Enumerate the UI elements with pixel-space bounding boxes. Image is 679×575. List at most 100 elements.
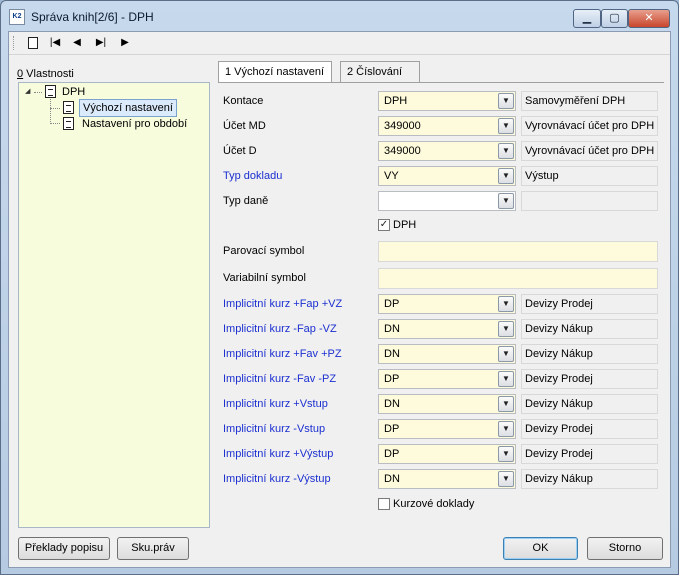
chevron-down-icon[interactable]: ▼ (498, 296, 514, 312)
maximize-button[interactable]: ▢ (601, 9, 628, 28)
properties-tree: ◢ DPH Výchozí nastavení Nastavení pro ob… (18, 82, 210, 528)
ok-button[interactable]: OK (503, 537, 578, 560)
chevron-down-icon[interactable]: ▼ (498, 143, 514, 159)
kurz-combo[interactable]: DN ▼ (378, 344, 516, 364)
window: K2 Správa knih[2/6] - DPH ▁ ▢ ✕ |◀ ◀ ▶| … (0, 0, 679, 575)
chevron-down-icon[interactable]: ▼ (498, 371, 514, 387)
tree-item-label: Nastavení pro období (82, 118, 188, 130)
previous-record-icon[interactable]: ◀ (68, 35, 86, 51)
kurz-value: DP (384, 423, 400, 435)
chevron-down-icon[interactable]: ▼ (498, 421, 514, 437)
kontace-label: Kontace (223, 95, 264, 107)
typ-dokladu-combo[interactable]: VY ▼ (378, 166, 516, 186)
tab-vychozi-nastaveni[interactable]: 1 Výchozí nastavení (218, 61, 332, 84)
next-record-icon[interactable]: ▶ (116, 35, 134, 51)
ucet-d-value: 349000 (384, 145, 421, 157)
kurz-combo[interactable]: DP ▼ (378, 369, 516, 389)
kurz-label[interactable]: Implicitní kurz +Výstup (223, 445, 333, 463)
toolbar-grip (13, 36, 15, 50)
typ-dokladu-value: VY (384, 170, 399, 182)
kontace-description: Samovyměření DPH (521, 91, 658, 111)
chevron-down-icon[interactable]: ▼ (498, 446, 514, 462)
kurz-label[interactable]: Implicitní kurz +Vstup (223, 395, 328, 413)
document-icon (45, 85, 56, 98)
document-icon (63, 101, 74, 114)
variabilni-symbol-label: Variabilní symbol (223, 272, 306, 284)
ucet-md-combo[interactable]: 349000 ▼ (378, 116, 516, 136)
kurz-combo[interactable]: DP ▼ (378, 444, 516, 464)
app-icon: K2 (9, 9, 25, 25)
minimize-button[interactable]: ▁ (573, 9, 601, 28)
typ-dane-label: Typ daně (223, 195, 269, 207)
ucet-md-description: Vyrovnávací účet pro DPH (521, 116, 658, 136)
kurz-combo[interactable]: DN ▼ (378, 394, 516, 414)
kontace-value: DPH (384, 95, 408, 107)
kurzove-doklady-checkbox[interactable] (378, 498, 390, 510)
last-record-icon[interactable]: ▶| (92, 35, 110, 51)
kurzove-doklady-label: Kurzové doklady (393, 498, 475, 510)
kurz-description: Devizy Prodej (521, 369, 658, 389)
kurz-label[interactable]: Implicitní kurz -Vstup (223, 420, 325, 438)
tab-cislovani[interactable]: 2 Číslování (340, 61, 420, 83)
tree-item-label: DPH (62, 86, 86, 98)
ucet-md-label: Účet MD (223, 120, 266, 132)
new-document-icon[interactable] (24, 35, 42, 51)
kurz-description: Devizy Prodej (521, 419, 658, 439)
kurz-value: DP (384, 373, 400, 385)
dph-checkbox[interactable]: ✓ (378, 219, 390, 231)
toolbar: |◀ ◀ ▶| ▶ (9, 32, 670, 54)
document-icon (63, 117, 74, 130)
sku-prav-button[interactable]: Sku.práv (117, 537, 189, 560)
chevron-down-icon[interactable]: ▼ (498, 396, 514, 412)
kurz-label[interactable]: Implicitní kurz -Fav -PZ (223, 370, 336, 388)
kurz-value: DN (384, 473, 400, 485)
kurz-description: Devizy Nákup (521, 469, 658, 489)
properties-label: 0 Vlastnosti (17, 68, 74, 80)
toolbar-divider (9, 54, 670, 55)
chevron-down-icon[interactable]: ▼ (498, 346, 514, 362)
chevron-down-icon[interactable]: ▼ (498, 321, 514, 337)
ucet-d-description: Vyrovnávací účet pro DPH (521, 141, 658, 161)
close-button[interactable]: ✕ (628, 9, 670, 28)
kurz-value: DP (384, 448, 400, 460)
kurz-combo[interactable]: DN ▼ (378, 319, 516, 339)
ucet-md-value: 349000 (384, 120, 421, 132)
collapse-icon[interactable]: ◢ (25, 88, 32, 95)
kurz-label[interactable]: Implicitní kurz +Fap +VZ (223, 295, 342, 313)
kurz-label[interactable]: Implicitní kurz -Fap -VZ (223, 320, 337, 338)
first-record-icon[interactable]: |◀ (46, 35, 64, 51)
variabilni-symbol-input[interactable] (378, 268, 658, 289)
dph-checkbox-label: DPH (393, 219, 417, 231)
chevron-down-icon[interactable]: ▼ (498, 168, 514, 184)
kurz-value: DN (384, 398, 400, 410)
chevron-down-icon[interactable]: ▼ (498, 93, 514, 109)
storno-button[interactable]: Storno (587, 537, 663, 560)
typ-dokladu-label[interactable]: Typ dokladu (223, 167, 282, 185)
preklady-popisu-button[interactable]: Překlady popisu (18, 537, 110, 560)
chevron-down-icon[interactable]: ▼ (498, 193, 514, 209)
parovaci-symbol-input[interactable] (378, 241, 658, 262)
typ-dokladu-description: Výstup (521, 166, 658, 186)
kurz-combo[interactable]: DP ▼ (378, 419, 516, 439)
kurz-value: DN (384, 348, 400, 360)
parovaci-symbol-label: Parovací symbol (223, 245, 305, 257)
kurz-label[interactable]: Implicitní kurz -Výstup (223, 470, 331, 488)
kurz-description: Devizy Nákup (521, 344, 658, 364)
window-title: Správa knih[2/6] - DPH (31, 10, 154, 24)
kurz-combo[interactable]: DN ▼ (378, 469, 516, 489)
kurz-label[interactable]: Implicitní kurz +Fav +PZ (223, 345, 342, 363)
chevron-down-icon[interactable]: ▼ (498, 471, 514, 487)
ucet-d-combo[interactable]: 349000 ▼ (378, 141, 516, 161)
kurz-description: Devizy Prodej (521, 444, 658, 464)
kurz-combo[interactable]: DP ▼ (378, 294, 516, 314)
titlebar: K2 Správa knih[2/6] - DPH ▁ ▢ ✕ (1, 1, 678, 31)
chevron-down-icon[interactable]: ▼ (498, 118, 514, 134)
kurz-description: Devizy Prodej (521, 294, 658, 314)
client-area: |◀ ◀ ▶| ▶ 0 Vlastnosti ◢ DPH Výchozí nas… (8, 31, 671, 568)
kontace-combo[interactable]: DPH ▼ (378, 91, 516, 111)
kurz-description: Devizy Nákup (521, 394, 658, 414)
typ-dane-description (521, 191, 658, 211)
kurz-value: DP (384, 298, 400, 310)
tree-item-label: Výchozí nastavení (79, 99, 177, 117)
typ-dane-combo[interactable]: ▼ (378, 191, 516, 211)
